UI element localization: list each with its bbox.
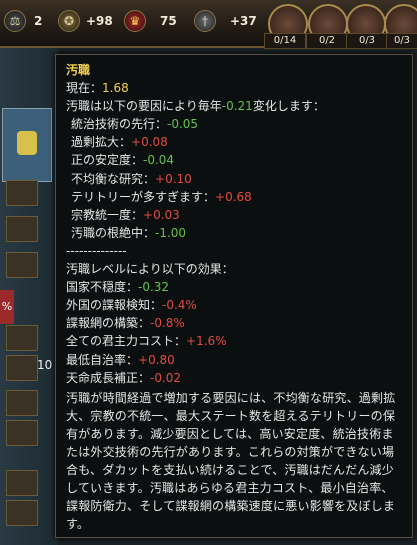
factor-label: 正の安定度： bbox=[71, 153, 144, 168]
yearly-suffix: 変化します： bbox=[252, 99, 325, 114]
prestige-display[interactable]: ✪ +98 bbox=[58, 10, 113, 32]
panel-slot[interactable] bbox=[6, 252, 38, 278]
effect-label: 諜報網の構築： bbox=[66, 316, 151, 331]
panel-slot[interactable] bbox=[6, 390, 38, 416]
effect-value: -0.8% bbox=[150, 316, 185, 331]
corruption-tooltip: 汚職 現在：1.68 汚職は以下の要因により毎年-0.21変化します： 統治技術… bbox=[55, 54, 413, 538]
army-tradition-value: +37 bbox=[230, 14, 257, 28]
factor-row: 不均衡な研究：+0.10 bbox=[66, 170, 402, 188]
current-row: 現在：1.68 bbox=[66, 79, 402, 97]
side-value: 10 bbox=[37, 358, 53, 372]
corruption-description: 汚職が時間経過で増加する要因には、不均衡な研究、過剰拡大、宗教の不統一、最大ステ… bbox=[66, 390, 396, 532]
advisor-counter-4: 0/3 bbox=[386, 33, 417, 49]
separator: -------------- bbox=[66, 243, 127, 258]
stability-display[interactable]: ⚖ 2 bbox=[4, 10, 42, 32]
effect-label: 全ての君主力コスト： bbox=[66, 334, 187, 349]
factor-label: 宗教統一度： bbox=[71, 207, 144, 222]
legitimacy-crown-icon: ♛ bbox=[124, 10, 146, 32]
factor-row: テリトリーが多すぎます：+0.68 bbox=[66, 188, 402, 206]
tooltip-title: 汚職 bbox=[66, 63, 91, 77]
factor-value: +0.68 bbox=[215, 189, 252, 204]
army-tradition-sword-icon: † bbox=[194, 10, 216, 32]
yearly-prefix: 汚職は以下の要因により毎年 bbox=[66, 99, 222, 114]
effect-label: 国家不穏度： bbox=[66, 280, 139, 295]
effect-label: 天命成長補正： bbox=[66, 370, 151, 385]
side-red-marker: % bbox=[0, 290, 14, 324]
factor-row: 過剰拡大：+0.08 bbox=[66, 133, 402, 151]
effect-value: +0.80 bbox=[138, 352, 175, 367]
effect-row: 諜報網の構築：-0.8% bbox=[66, 314, 402, 332]
factor-value: -0.04 bbox=[143, 153, 175, 168]
effect-row: 全ての君主力コスト：+1.6% bbox=[66, 332, 402, 350]
yearly-value: -0.21 bbox=[221, 99, 253, 114]
effect-value: -0.4% bbox=[162, 298, 197, 313]
effect-row: 外国の諜報検知：-0.4% bbox=[66, 296, 402, 314]
factor-row: 統治技術の先行：-0.05 bbox=[66, 115, 402, 133]
factor-value: +0.08 bbox=[131, 135, 168, 150]
army-tradition-display[interactable]: † +37 bbox=[194, 10, 257, 32]
current-label: 現在： bbox=[66, 81, 103, 96]
factor-row: 正の安定度：-0.04 bbox=[66, 151, 402, 169]
factor-value: +0.10 bbox=[155, 171, 192, 186]
panel-slot[interactable] bbox=[6, 420, 38, 446]
prestige-medal-icon: ✪ bbox=[58, 10, 80, 32]
effect-label: 外国の諜報検知： bbox=[66, 298, 163, 313]
panel-slot[interactable] bbox=[6, 355, 38, 381]
factor-label: 過剰拡大： bbox=[71, 135, 132, 150]
effects-header: 汚職レベルにより以下の効果： bbox=[66, 262, 234, 277]
legitimacy-value: 75 bbox=[160, 14, 177, 28]
factor-value: -1.00 bbox=[155, 225, 187, 240]
factor-label: 汚職の根絶中： bbox=[71, 225, 156, 240]
panel-slot[interactable] bbox=[6, 180, 38, 206]
panel-slot[interactable] bbox=[6, 470, 38, 496]
effect-row: 国家不穏度：-0.32 bbox=[66, 278, 402, 296]
effect-value: -0.02 bbox=[150, 370, 182, 385]
yearly-change-row: 汚職は以下の要因により毎年-0.21変化します： bbox=[66, 97, 402, 115]
factor-label: テリトリーが多すぎます： bbox=[71, 189, 216, 204]
factor-label: 不均衡な研究： bbox=[71, 171, 156, 186]
effect-value: -0.32 bbox=[138, 280, 170, 295]
prestige-value: +98 bbox=[86, 14, 113, 28]
factor-value: +0.03 bbox=[143, 207, 180, 222]
current-value: 1.68 bbox=[102, 81, 129, 96]
advisor-counter-3: 0/3 bbox=[346, 33, 388, 49]
factor-row: 汚職の根絶中：-1.00 bbox=[66, 224, 402, 242]
effect-label: 最低自治率： bbox=[66, 352, 139, 367]
stability-value: 2 bbox=[34, 14, 43, 28]
panel-slot[interactable] bbox=[6, 325, 38, 351]
country-flag-banner[interactable] bbox=[2, 108, 52, 182]
advisor-counter-1: 0/14 bbox=[264, 33, 306, 49]
advisor-counter-2: 0/2 bbox=[306, 33, 348, 49]
effect-row: 天命成長補正：-0.02 bbox=[66, 369, 402, 387]
legitimacy-display[interactable]: ♛ 75 bbox=[124, 10, 177, 32]
effect-row: 最低自治率：+0.80 bbox=[66, 351, 402, 369]
panel-slot[interactable] bbox=[6, 216, 38, 242]
factor-label: 統治技術の先行： bbox=[71, 117, 168, 132]
effect-value: +1.6% bbox=[186, 334, 227, 349]
panel-slot[interactable] bbox=[6, 500, 38, 526]
factor-value: -0.05 bbox=[167, 117, 199, 132]
stability-icon: ⚖ bbox=[4, 10, 26, 32]
factor-row: 宗教統一度：+0.03 bbox=[66, 206, 402, 224]
